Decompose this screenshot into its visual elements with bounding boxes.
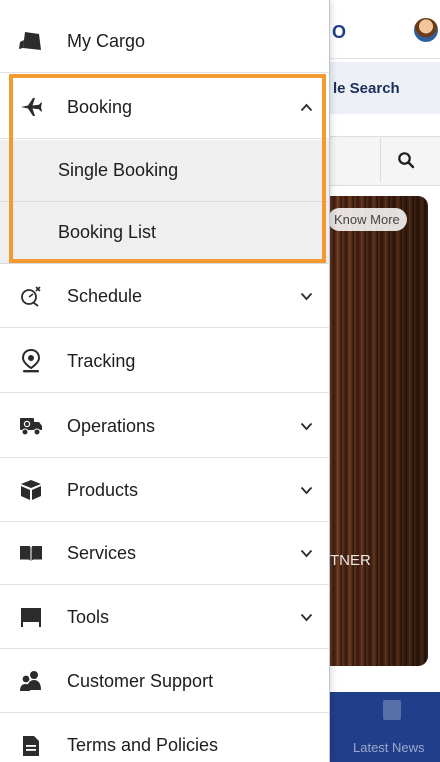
submenu-item-single-booking[interactable]: Single Booking: [0, 140, 329, 202]
menu-item-tools[interactable]: Tools: [0, 586, 329, 649]
menu-item-customer-support[interactable]: Customer Support: [0, 650, 329, 713]
schedule-icon: [18, 283, 44, 309]
submenu-item-label: Booking List: [58, 222, 157, 242]
news-icon[interactable]: [383, 700, 401, 720]
menu-item-schedule[interactable]: Schedule: [0, 265, 329, 328]
people-icon: [18, 668, 44, 694]
menu-item-label: Operations: [67, 415, 156, 436]
menu-item-label: Schedule: [67, 285, 143, 306]
location-pin-icon: [18, 348, 44, 374]
airplane-icon: [18, 94, 44, 120]
schedule-search-tab[interactable]: le Search: [330, 62, 440, 114]
banner-text: TNER: [330, 552, 371, 569]
menu-item-terms-and-policies[interactable]: Terms and Policies: [0, 714, 329, 762]
book-icon: [18, 540, 44, 566]
menu-item-label: Services: [67, 542, 137, 563]
submenu-item-booking-list[interactable]: Booking List: [0, 202, 329, 264]
chevron-down-icon: [299, 610, 313, 624]
latest-news-tab[interactable]: Latest News: [353, 740, 425, 755]
know-more-button[interactable]: Know More: [328, 208, 407, 231]
avatar[interactable]: [414, 18, 438, 42]
menu-item-products[interactable]: Products: [0, 459, 329, 522]
chevron-down-icon: [299, 419, 313, 433]
truck-icon: [18, 413, 44, 439]
box-icon: [18, 477, 44, 503]
menu-item-services[interactable]: Services: [0, 522, 329, 585]
app-logo-fragment: O: [332, 22, 347, 42]
document-icon: [18, 733, 44, 759]
menu-item-label: My Cargo: [67, 30, 146, 51]
promo-banner[interactable]: [330, 196, 428, 666]
menu-item-label: Products: [67, 479, 139, 500]
cargo-icon: [18, 28, 44, 54]
menu-item-label: Customer Support: [67, 670, 214, 691]
menu-item-label: Tracking: [67, 350, 136, 371]
search-icon: [398, 152, 415, 169]
chevron-down-icon: [299, 289, 313, 303]
chevron-up-icon: [299, 100, 313, 114]
search-button[interactable]: [380, 138, 431, 182]
chevron-down-icon: [299, 483, 313, 497]
menu-item-label: Terms and Policies: [67, 735, 219, 755]
chevron-down-icon: [299, 546, 313, 560]
submenu-item-label: Single Booking: [58, 160, 179, 180]
menu-item-booking[interactable]: Booking: [0, 76, 329, 139]
navigation-drawer: My Cargo Booking Single Booking Booking …: [0, 0, 330, 762]
menu-item-label: Tools: [67, 606, 110, 627]
menu-item-tracking[interactable]: Tracking: [0, 330, 329, 393]
tools-icon: [18, 604, 44, 630]
menu-item-my-cargo[interactable]: My Cargo: [0, 10, 329, 73]
menu-item-label: Booking: [67, 96, 133, 117]
menu-item-operations[interactable]: Operations: [0, 395, 329, 458]
